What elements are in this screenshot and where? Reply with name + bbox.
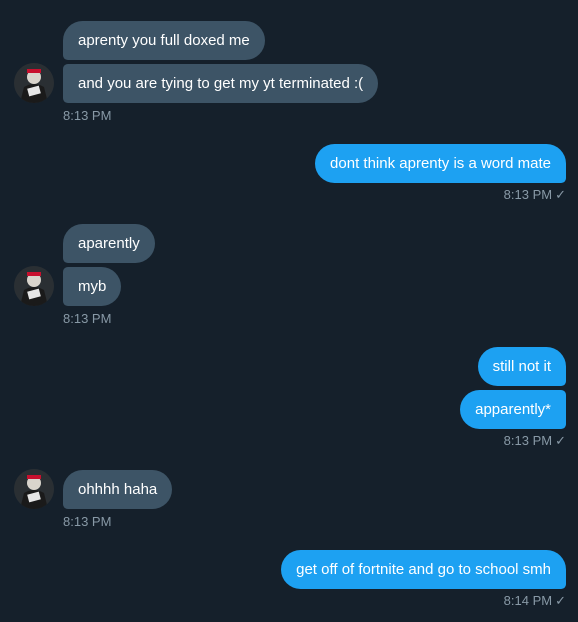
- check-icon: ✓: [555, 187, 566, 202]
- outgoing-message[interactable]: dont think aprenty is a word mate: [315, 144, 566, 183]
- avatar[interactable]: [14, 266, 54, 306]
- outgoing-message[interactable]: apparently*: [460, 390, 566, 429]
- incoming-message[interactable]: and you are tying to get my yt terminate…: [63, 64, 379, 103]
- message-timestamp: 8:13 PM: [63, 514, 112, 529]
- message-timestamp: 8:13 PM: [63, 108, 112, 123]
- incoming-message[interactable]: ohhhh haha: [63, 470, 173, 509]
- outgoing-message[interactable]: get off of fortnite and go to school smh: [281, 550, 566, 589]
- check-icon: ✓: [555, 593, 566, 608]
- avatar-image: [14, 266, 54, 306]
- message-timestamp: 8:13 PM: [63, 311, 112, 326]
- avatar-image: [14, 63, 54, 103]
- check-icon: ✓: [555, 433, 566, 448]
- avatar[interactable]: [14, 63, 54, 103]
- outgoing-message[interactable]: still not it: [477, 347, 566, 386]
- message-timestamp: 8:13 PM ✓: [504, 187, 566, 203]
- message-timestamp: 8:14 PM ✓: [504, 593, 566, 609]
- timestamp-text: 8:13 PM: [503, 187, 553, 202]
- avatar[interactable]: [14, 469, 54, 509]
- incoming-message[interactable]: aprenty you full doxed me: [63, 21, 265, 60]
- incoming-message[interactable]: myb: [63, 267, 122, 306]
- conversation-thread: aprenty you full doxed me and you are ty…: [0, 0, 578, 622]
- timestamp-text: 8:13 PM: [503, 433, 553, 448]
- timestamp-text: 8:14 PM: [503, 593, 553, 608]
- avatar-image: [14, 469, 54, 509]
- message-timestamp: 8:13 PM ✓: [504, 433, 566, 449]
- incoming-message[interactable]: aparently: [63, 224, 155, 263]
